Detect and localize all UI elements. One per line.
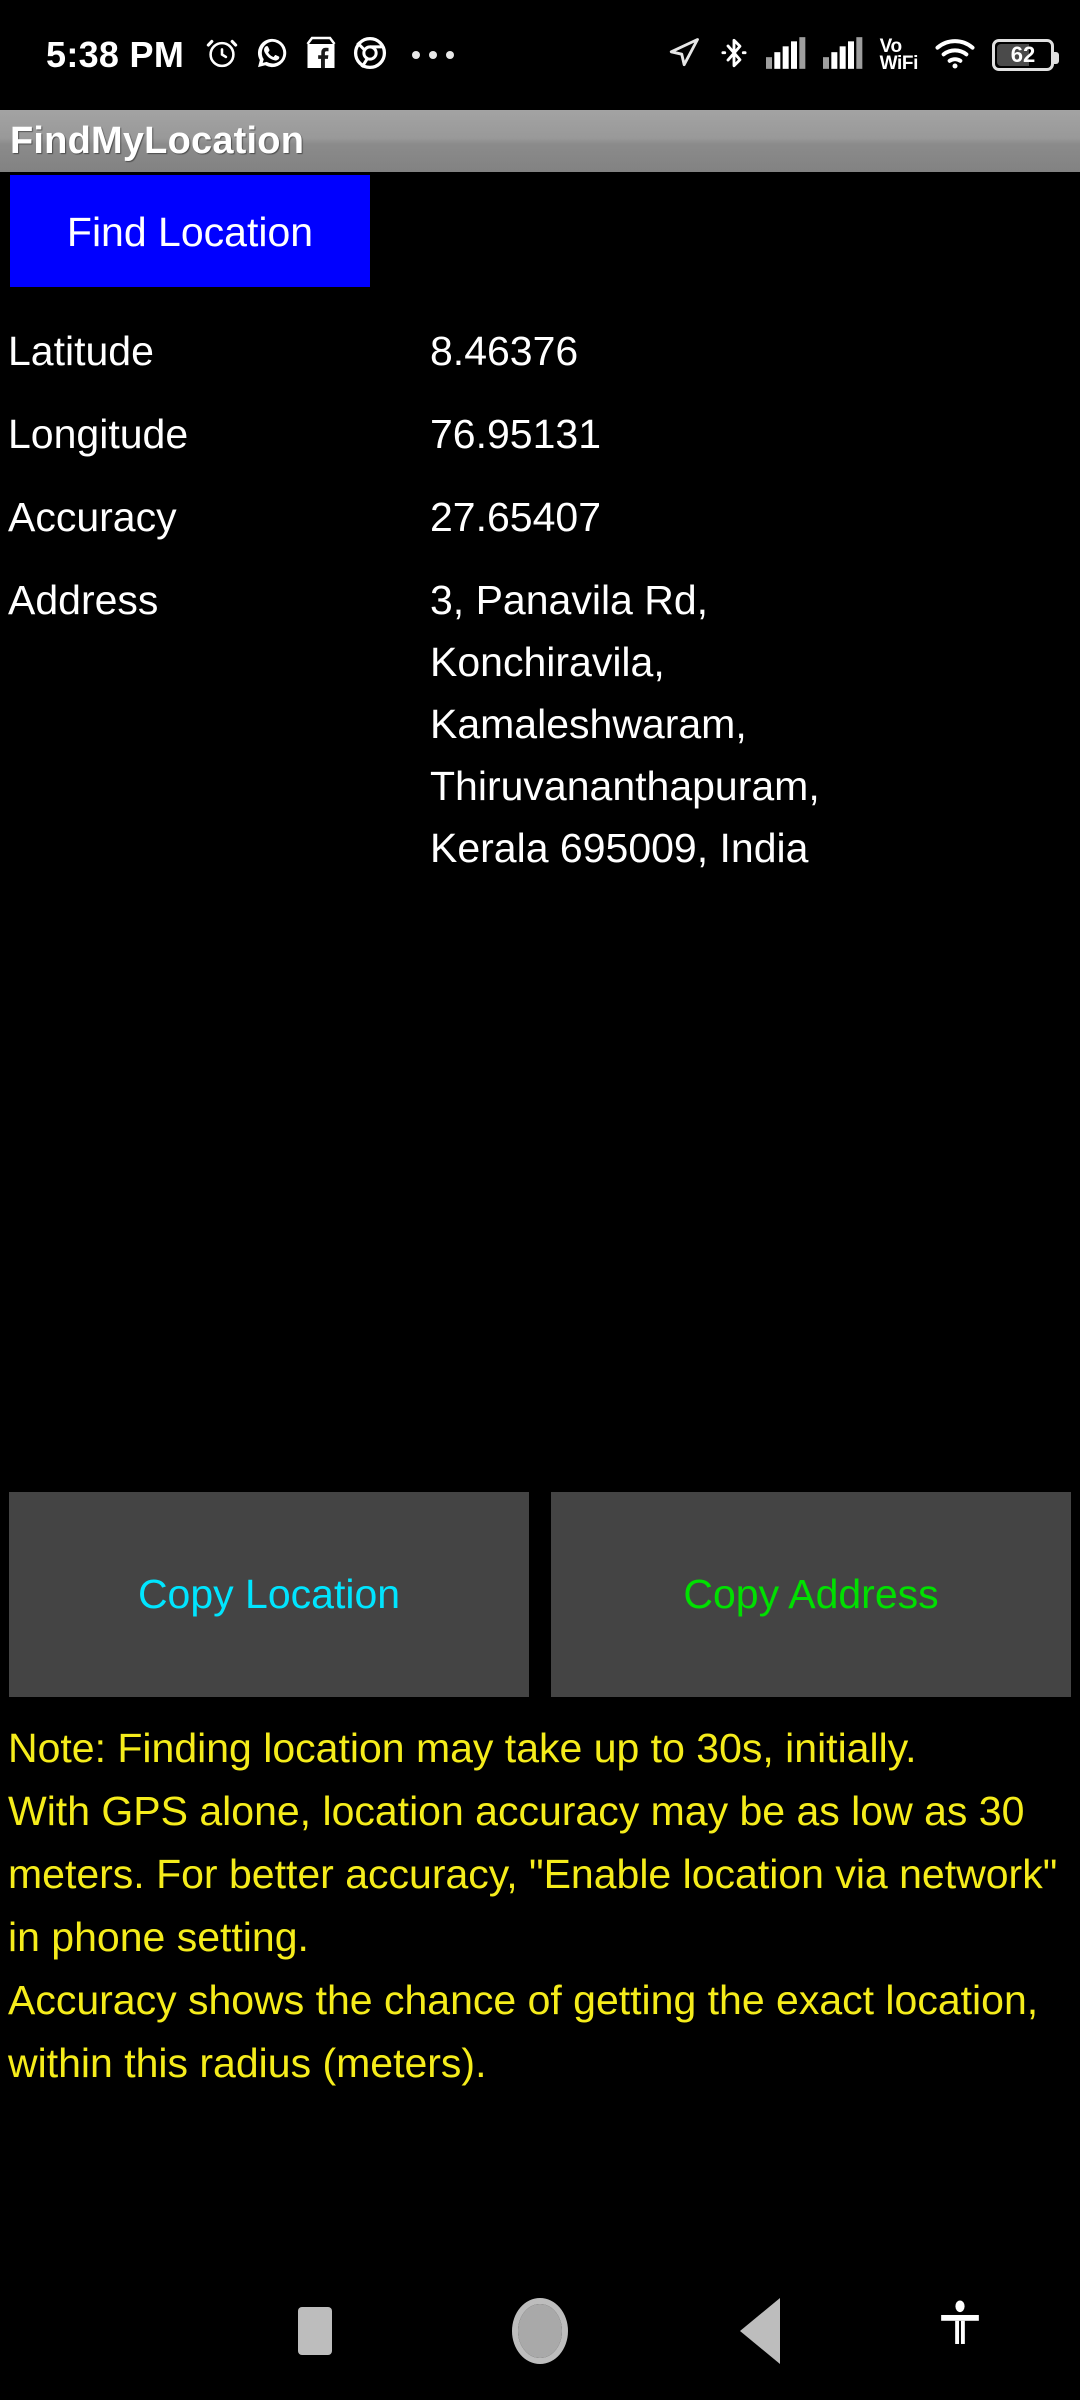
signal-sim2-icon — [822, 36, 863, 74]
accuracy-value: 27.65407 — [430, 494, 602, 540]
status-bar-left-group: 5:38 PM — [46, 34, 455, 76]
accessibility-button[interactable] — [885, 2262, 1035, 2400]
battery-icon: 62 — [992, 39, 1059, 71]
app-title-bar: FindMyLocation — [0, 110, 1080, 172]
table-row: Longitude 76.95131 — [0, 403, 1080, 465]
status-bar: 5:38 PM Vo WiFi 62 — [0, 0, 1080, 110]
signal-sim1-icon — [765, 36, 806, 74]
bluetooth-icon — [719, 35, 749, 76]
address-label: Address — [8, 577, 159, 623]
copy-buttons-row: Copy Location Copy Address — [0, 1492, 1080, 1697]
wifi-icon — [935, 37, 975, 74]
status-bar-right-group: Vo WiFi 62 — [666, 35, 1059, 76]
recents-button[interactable] — [240, 2262, 390, 2400]
latitude-label: Latitude — [8, 328, 154, 374]
alarm-clock-icon — [204, 35, 240, 76]
whatsapp-icon — [254, 35, 290, 76]
battery-percent-label: 62 — [1010, 42, 1036, 67]
status-bar-clock: 5:38 PM — [46, 34, 185, 75]
location-arrow-icon — [666, 35, 702, 76]
location-info-table: Latitude 8.46376 Longitude 76.95131 Accu… — [0, 320, 1080, 900]
find-location-button[interactable]: Find Location — [10, 175, 370, 287]
recents-icon — [298, 2307, 332, 2355]
android-navigation-bar — [0, 2262, 1080, 2400]
home-icon — [512, 2298, 568, 2364]
longitude-label: Longitude — [8, 411, 189, 457]
facebook-marketplace-icon — [304, 35, 338, 76]
copy-address-button[interactable]: Copy Address — [551, 1492, 1071, 1697]
more-notifications-icon — [412, 51, 455, 59]
table-row: Accuracy 27.65407 — [0, 486, 1080, 548]
longitude-value: 76.95131 — [430, 411, 602, 457]
note-text: Note: Finding location may take up to 30… — [8, 1725, 1058, 2086]
table-row: Address 3, Panavila Rd, Konchiravila, Ka… — [0, 569, 1080, 879]
copy-location-button[interactable]: Copy Location — [9, 1492, 529, 1697]
address-value: 3, Panavila Rd, Konchiravila, Kamaleshwa… — [430, 577, 820, 871]
accessibility-icon — [935, 2299, 985, 2363]
page-title: FindMyLocation — [10, 120, 305, 162]
back-button[interactable] — [685, 2262, 835, 2400]
chrome-icon — [352, 35, 388, 76]
main-content: Find Location Latitude 8.46376 Longitude… — [0, 172, 1080, 2262]
back-icon — [740, 2298, 780, 2364]
accuracy-label: Accuracy — [8, 494, 177, 540]
vowifi-icon: Vo WiFi — [879, 36, 919, 74]
home-button[interactable] — [465, 2262, 615, 2400]
latitude-value: 8.46376 — [430, 328, 579, 374]
table-row: Latitude 8.46376 — [0, 320, 1080, 382]
vowifi-bottom-label: WiFi — [879, 53, 919, 74]
